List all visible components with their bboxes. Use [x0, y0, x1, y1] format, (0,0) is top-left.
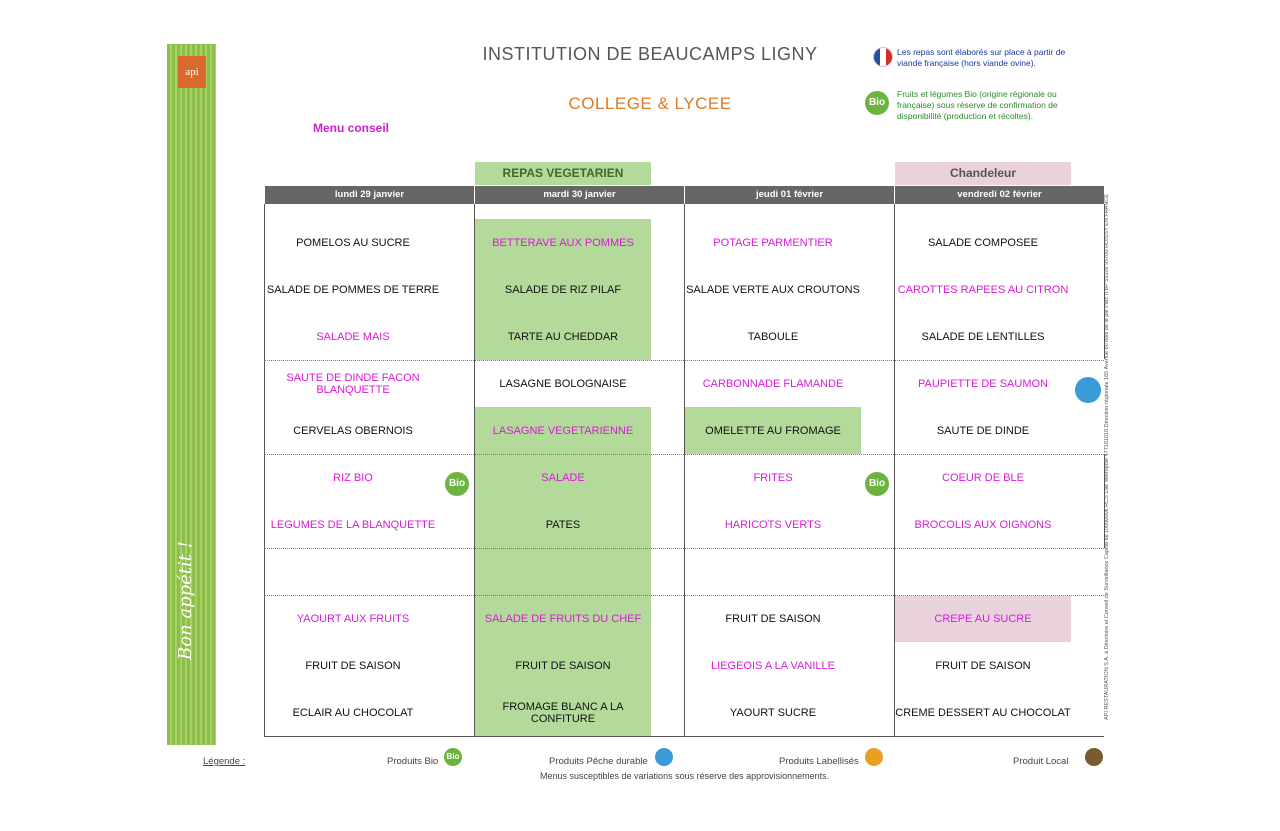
grid-line [264, 736, 1104, 737]
menu-item: RIZ BIO [333, 472, 373, 484]
sustainable-fishing-icon [1075, 377, 1101, 403]
theme-chandeleur: Chandeleur [895, 162, 1071, 185]
legend-labellises: Produits Labellisés [779, 756, 859, 767]
menu-item: SALADE [541, 472, 585, 484]
menu-item: SALADE DE RIZ PILAF [504, 284, 622, 296]
legend-bio: Produits Bio [387, 756, 439, 767]
menu-item: CERVELAS OBERNOIS [293, 425, 413, 437]
menu-item: CAROTTES RAPEES AU CITRON [897, 284, 1069, 296]
menu-item: SALADE MAIS [316, 331, 390, 343]
menu-item: ECLAIR AU CHOCOLAT [292, 707, 414, 719]
day-header-thursday: jeudi 01 février [685, 186, 894, 204]
menu-item: LIEGEOIS A LA VANILLE [711, 660, 835, 672]
bio-produce-note: Fruits et légumes Bio (origine régionale… [897, 89, 1058, 121]
grid-line [264, 595, 1104, 596]
menu-item: FRUIT DE SAISON [515, 660, 611, 672]
menu-item: SAUTE DE DINDE [936, 425, 1030, 437]
menu-item: SALADE VERTE AUX CROUTONS [686, 284, 860, 296]
menu-item: POTAGE PARMENTIER [713, 237, 833, 249]
menu-item: COEUR DE BLE [942, 472, 1024, 484]
bio-icon: Bio [865, 472, 889, 496]
menu-item: CREPE AU SUCRE [934, 613, 1032, 625]
menu-item: SAUTE DE DINDE FACON BLANQUETTE [286, 372, 420, 396]
menu-item: HARICOTS VERTS [724, 519, 822, 531]
legend-label: Légende : [203, 756, 246, 767]
menu-item: LEGUMES DE LA BLANQUETTE [270, 519, 436, 531]
day-header-tuesday: mardi 30 janvier [475, 186, 684, 204]
local-product-icon [1085, 748, 1103, 766]
theme-vegetarian: REPAS VEGETARIEN [475, 162, 651, 185]
menu-item: SALADE DE FRUITS DU CHEF [484, 613, 642, 625]
menu-item: OMELETTE AU FROMAGE [705, 425, 841, 437]
menu-item: LASAGNE VEGETARIENNE [492, 425, 634, 437]
grid-line [264, 548, 1104, 549]
menu-item: TABOULE [747, 331, 799, 343]
menu-item: YAOURT SUCRE [729, 707, 817, 719]
page-subtitle: COLLEGE & LYCEE [568, 94, 732, 113]
menu-item: LASAGNE BOLOGNAISE [499, 378, 627, 390]
page-title: INSTITUTION DE BEAUCAMPS LIGNY [482, 44, 818, 64]
menu-item: SALADE DE LENTILLES [921, 331, 1045, 343]
menu-item: PATES [545, 519, 581, 531]
legend-local: Produit Local [1013, 756, 1069, 767]
sustainable-fishing-icon [655, 748, 673, 766]
menu-item: CREME DESSERT AU CHOCOLAT [895, 707, 1071, 719]
menu-item: SALADE DE POMMES DE TERRE [266, 284, 440, 296]
bio-icon: Bio [445, 472, 469, 496]
menu-item: FRUIT DE SAISON [725, 613, 821, 625]
label-medal-icon [865, 748, 883, 766]
api-logo: api [178, 56, 206, 88]
grid-line [264, 454, 1104, 455]
grid-line [1104, 204, 1105, 359]
menu-item: BETTERAVE AUX POMMES [492, 237, 634, 249]
menu-item: SALADE COMPOSEE [927, 237, 1039, 249]
menu-item: POMELOS AU SUCRE [296, 237, 410, 249]
menu-item: FRITES [753, 472, 793, 484]
grid-line [1104, 454, 1105, 548]
menu-item: BROCOLIS AUX OIGNONS [914, 519, 1052, 531]
french-meat-note: Les repas sont élaborés sur place à part… [897, 47, 1066, 68]
footnote: Menus susceptibles de variations sous ré… [540, 771, 830, 781]
menu-item: FROMAGE BLANC A LA CONFITURE [502, 701, 624, 725]
menu-item: YAOURT AUX FRUITS [296, 613, 410, 625]
veg-highlight-main [475, 407, 651, 736]
menu-type-label: Menu conseil [313, 121, 390, 135]
menu-item: CARBONNADE FLAMANDE [702, 378, 844, 390]
bio-icon: Bio [865, 91, 889, 115]
legal-notice: API RESTAURATION S.A. à Directoire et Co… [1104, 194, 1110, 720]
menu-item: FRUIT DE SAISON [305, 660, 401, 672]
bio-icon: Bio [444, 748, 462, 766]
menu-item: PAUPIETTE DE SAUMON [918, 378, 1048, 390]
bon-appetit-text: Bon appétit ! [175, 541, 196, 660]
legend-peche: Produits Pêche durable [549, 756, 648, 767]
french-flag-icon [873, 47, 893, 67]
menu-item: TARTE AU CHEDDAR [507, 331, 619, 343]
menu-item: FRUIT DE SAISON [935, 660, 1031, 672]
day-header-monday: lundi 29 janvier [265, 186, 474, 204]
grid-line [264, 360, 1104, 361]
day-header-friday: vendredi 02 février [895, 186, 1104, 204]
